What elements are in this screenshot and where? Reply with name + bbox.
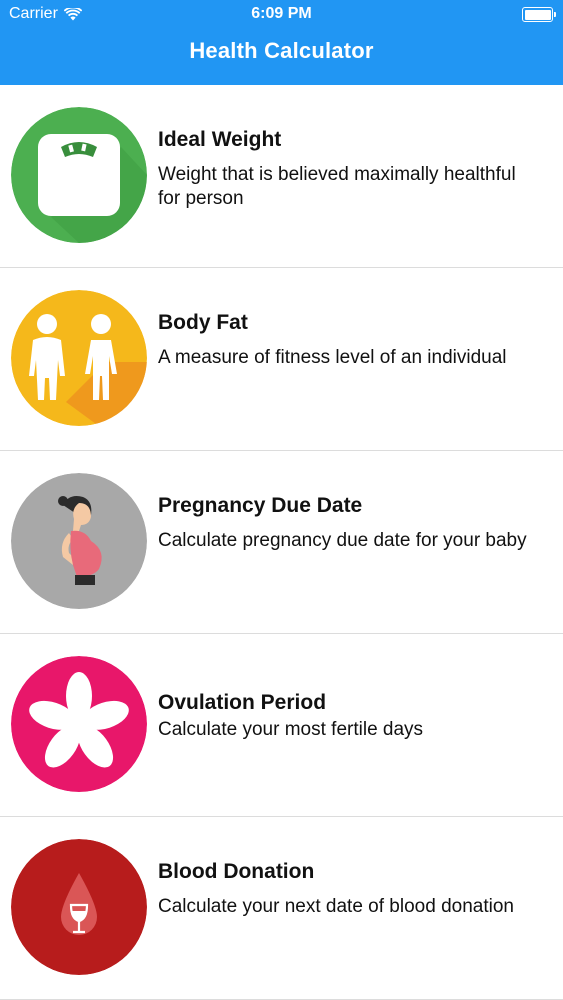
item-title: Pregnancy Due Date	[158, 494, 363, 517]
list-item-body-fat[interactable]: Body Fat A measure of fitness level of a…	[0, 268, 563, 451]
list-item-pregnancy-due-date[interactable]: Pregnancy Due Date Calculate pregnancy d…	[0, 451, 563, 634]
item-description: Calculate your next date of blood donati…	[158, 896, 514, 917]
flower-icon	[11, 656, 147, 792]
page-title: Health Calculator	[189, 38, 374, 63]
item-description: Calculate your most fertile days	[158, 719, 424, 740]
status-bar: Carrier 6:09 PM	[0, 0, 563, 30]
item-description: A measure of fitness level of an individ…	[158, 347, 507, 368]
item-title: Ideal Weight	[158, 128, 282, 151]
clock: 6:09 PM	[251, 5, 312, 22]
body-figures-icon	[11, 290, 147, 426]
list-item-blood-donation[interactable]: Blood Donation Calculate your next date …	[0, 817, 563, 1000]
item-description: Calculate pregnancy due date for your ba…	[158, 530, 527, 551]
item-title: Body Fat	[158, 311, 248, 334]
list-item-ideal-weight[interactable]: Ideal Weight Weight that is believed max…	[0, 85, 563, 268]
item-title: Ovulation Period	[158, 691, 327, 714]
battery-icon	[522, 7, 556, 22]
list-item-ovulation-period[interactable]: Ovulation Period Calculate your most fer…	[0, 634, 563, 817]
scale-icon	[11, 107, 147, 243]
item-description: Weight that is believed maximally health…	[158, 164, 516, 209]
blood-drop-icon	[11, 839, 147, 975]
pregnant-woman-icon	[11, 473, 147, 609]
item-title: Blood Donation	[158, 860, 315, 883]
calculator-list: Ideal Weight Weight that is believed max…	[0, 85, 563, 1000]
header: Carrier 6:09 PM Health Calculator	[0, 0, 563, 85]
